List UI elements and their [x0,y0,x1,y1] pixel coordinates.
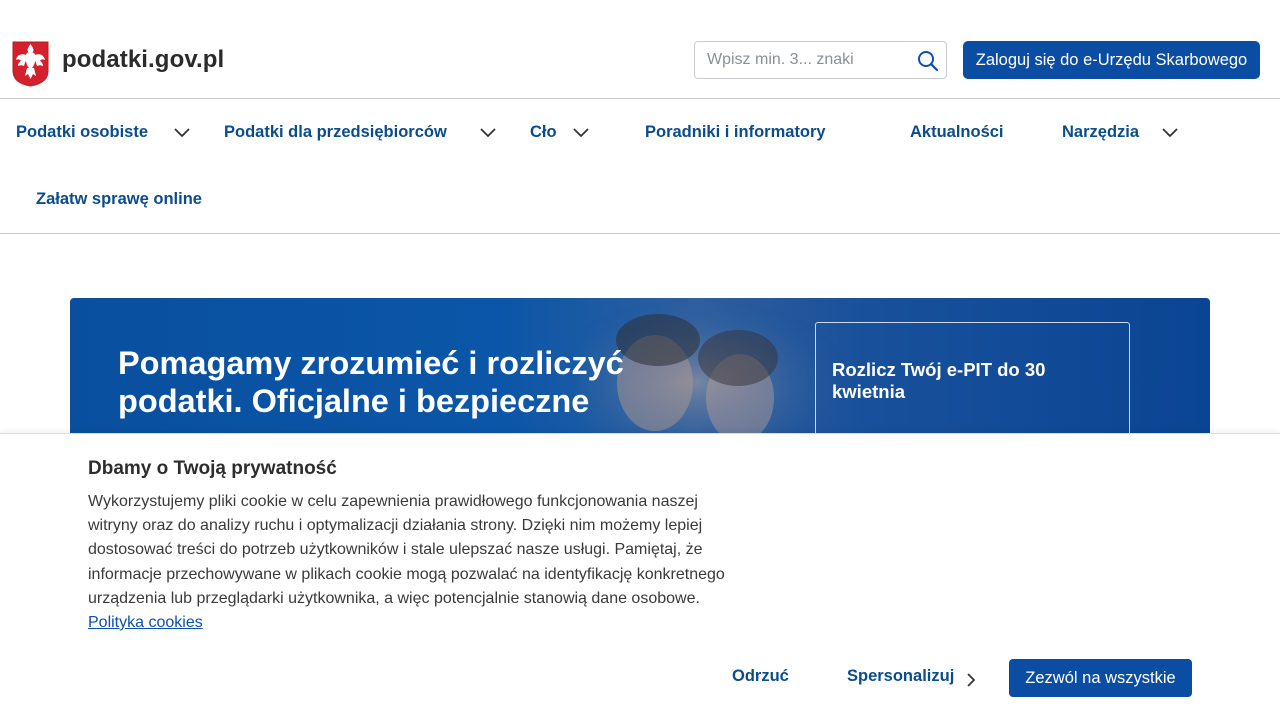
reject-cookies-button[interactable]: Odrzuć [732,667,789,686]
nav-item-aktualnosci[interactable]: Aktualności [910,123,1004,142]
chevron-down-icon[interactable] [1161,127,1179,139]
hero-card-epit[interactable]: Rozlicz Twój e-PIT do 30 kwietnia [815,322,1130,438]
nav-item-zalatw-sprawe[interactable]: Załatw sprawę online [36,190,202,209]
hero-title: Pomagamy zrozumieć i rozliczyć podatki. … [118,345,624,419]
polish-eagle-logo-icon[interactable] [12,41,49,87]
chevron-down-icon[interactable] [572,127,590,139]
cookie-text: Wykorzystujemy pliki cookie w celu zapew… [88,490,738,635]
cookie-policy-link[interactable]: Polityka cookies [88,614,203,631]
site-name[interactable]: podatki.gov.pl [62,46,224,74]
chevron-right-icon[interactable] [965,672,977,688]
nav-item-narzedzia[interactable]: Narzędzia [1062,123,1139,142]
search-input[interactable] [707,50,907,70]
site-header: podatki.gov.pl Zaloguj się do e-Urzędu S… [0,0,1280,99]
nav-item-podatki-osobiste[interactable]: Podatki osobiste [16,123,148,142]
cookie-body-text: Wykorzystujemy pliki cookie w celu zapew… [88,493,725,607]
personalize-cookies-button[interactable]: Spersonalizuj [847,667,954,686]
nav-item-podatki-przedsiebiorcow[interactable]: Podatki dla przedsiębiorców [224,123,447,142]
hero-banner: Pomagamy zrozumieć i rozliczyć podatki. … [70,298,1210,438]
cookie-title: Dbamy o Twoją prywatność [88,458,337,479]
search-icon[interactable] [916,49,940,73]
nav-item-clo[interactable]: Cło [530,123,557,142]
chevron-down-icon[interactable] [173,127,191,139]
login-e-urzad-button[interactable]: Zaloguj się do e-Urzędu Skarbowego [963,41,1260,79]
search-box [694,41,947,79]
nav-item-poradniki[interactable]: Poradniki i informatory [645,123,826,142]
accept-all-cookies-button[interactable]: Zezwól na wszystkie [1009,659,1192,697]
chevron-down-icon[interactable] [479,127,497,139]
hero-card-title[interactable]: Rozlicz Twój e-PIT do 30 kwietnia [832,359,1092,403]
main-nav: Podatki osobiste Podatki dla przedsiębio… [0,99,1280,234]
cookie-banner: Dbamy o Twoją prywatność Wykorzystujemy … [0,433,1280,720]
